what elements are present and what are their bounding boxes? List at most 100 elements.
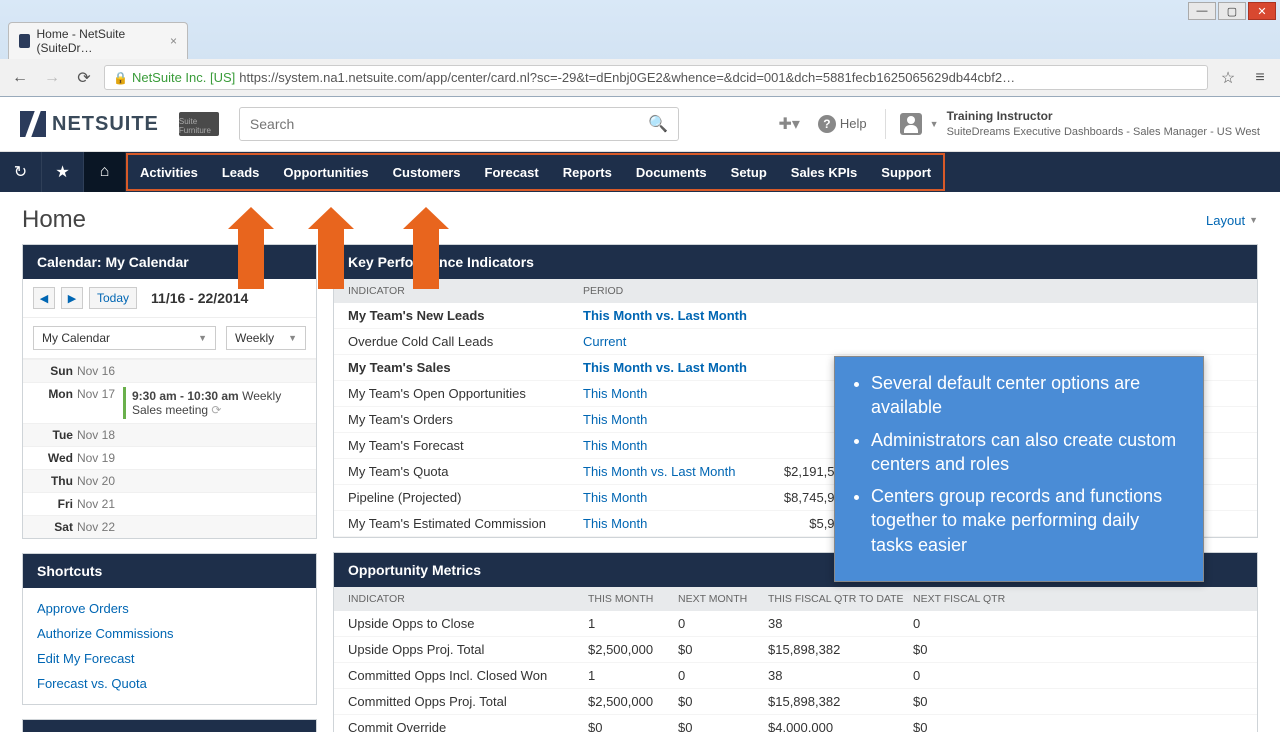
opp-header-next-month: NEXT MONTH <box>678 593 768 605</box>
opp-cell: $0 <box>678 720 768 732</box>
window-maximize-button[interactable]: ▢ <box>1218 2 1246 20</box>
window-close-button[interactable]: ✕ <box>1248 2 1276 20</box>
calendar-next-button[interactable]: ▶ <box>61 287 83 309</box>
calendar-day[interactable]: MonNov 179:30 am - 10:30 am Weekly Sales… <box>23 382 316 423</box>
calendar-day[interactable]: SatNov 22 <box>23 515 316 538</box>
nav-item-support[interactable]: Support <box>869 155 943 189</box>
calendar-title: Calendar: My Calendar <box>23 245 316 279</box>
kpi-period[interactable]: This Month <box>583 438 763 453</box>
kpi-row[interactable]: My Team's New LeadsThis Month vs. Last M… <box>334 303 1257 329</box>
opp-cell: $0 <box>913 642 1033 657</box>
back-button[interactable]: ← <box>8 66 32 90</box>
browser-chrome: — ▢ ✕ Home - NetSuite (SuiteDr… × ← → ⟳ … <box>0 0 1280 97</box>
calendar-prev-button[interactable]: ◀ <box>33 287 55 309</box>
kpi-period[interactable]: This Month vs. Last Month <box>583 464 763 479</box>
browser-menu-icon[interactable]: ≡ <box>1248 66 1272 90</box>
tab-close-icon[interactable]: × <box>170 34 177 48</box>
kpi-period[interactable]: This Month <box>583 516 763 531</box>
calendar-day[interactable]: ThuNov 20 <box>23 469 316 492</box>
user-name: Training Instructor <box>947 109 1260 125</box>
search-input[interactable] <box>250 116 648 132</box>
calendar-day[interactable]: TueNov 18 <box>23 423 316 446</box>
opp-cell: Committed Opps Incl. Closed Won <box>348 668 588 683</box>
shortcut-link[interactable]: Forecast vs. Quota <box>33 671 306 696</box>
kpi-period[interactable]: This Month vs. Last Month <box>583 308 763 323</box>
opp-cell: 38 <box>768 668 913 683</box>
opp-cell: Committed Opps Proj. Total <box>348 694 588 709</box>
company-logo[interactable]: Suite Furniture <box>179 112 219 136</box>
opp-cell: $2,500,000 <box>588 642 678 657</box>
kpi-indicator: My Team's Forecast <box>348 438 583 453</box>
nav-item-documents[interactable]: Documents <box>624 155 719 189</box>
url-origin: NetSuite Inc. [US] <box>132 70 235 85</box>
kpi-period[interactable]: This Month vs. Last Month <box>583 360 763 375</box>
shortcut-link[interactable]: Authorize Commissions <box>33 621 306 646</box>
user-menu[interactable]: ▼ Training Instructor SuiteDreams Execut… <box>885 109 1260 139</box>
nav-item-setup[interactable]: Setup <box>719 155 779 189</box>
opp-header-indicator: INDICATOR <box>348 593 588 605</box>
user-role: SuiteDreams Executive Dashboards - Sales… <box>947 125 1260 139</box>
bookmark-star-icon[interactable]: ☆ <box>1216 66 1240 90</box>
search-icon[interactable]: 🔍 <box>648 114 668 134</box>
opp-header-this-month: THIS MONTH <box>588 593 678 605</box>
today-button[interactable]: Today <box>89 287 137 309</box>
url-field[interactable]: 🔒 NetSuite Inc. [US] https://system.na1.… <box>104 65 1208 90</box>
calendar-select[interactable]: My Calendar ▼ <box>33 326 216 350</box>
window-minimize-button[interactable]: — <box>1188 2 1216 20</box>
home-icon[interactable]: ⌂ <box>84 152 126 192</box>
kpi-row[interactable]: Overdue Cold Call LeadsCurrent <box>334 329 1257 355</box>
history-icon[interactable]: ↻ <box>0 152 42 192</box>
shortcut-link[interactable]: Approve Orders <box>33 596 306 621</box>
layout-label: Layout <box>1206 213 1245 228</box>
kpi-indicator: My Team's New Leads <box>348 308 583 323</box>
kpi-indicator: My Team's Orders <box>348 412 583 427</box>
shortcut-link[interactable]: Edit My Forecast <box>33 646 306 671</box>
help-button[interactable]: ? Help <box>818 115 867 133</box>
nav-item-opportunities[interactable]: Opportunities <box>271 155 380 189</box>
opp-cell: 0 <box>678 616 768 631</box>
chevron-down-icon: ▼ <box>1249 215 1258 225</box>
kpi-period[interactable]: This Month <box>583 490 763 505</box>
opp-row[interactable]: Committed Opps Incl. Closed Won10380 <box>334 663 1257 689</box>
opp-row[interactable]: Upside Opps to Close10380 <box>334 611 1257 637</box>
favorites-star-icon[interactable]: ★ <box>42 152 84 192</box>
annotation-arrow <box>238 227 264 289</box>
calendar-day[interactable]: FriNov 21 <box>23 492 316 515</box>
opp-cell: 1 <box>588 668 678 683</box>
tooltip-bullet: Centers group records and functions toge… <box>871 484 1183 557</box>
chevron-down-icon: ▼ <box>930 119 939 129</box>
nav-item-activities[interactable]: Activities <box>128 155 210 189</box>
kpi-period[interactable]: This Month <box>583 386 763 401</box>
nav-item-sales-kpis[interactable]: Sales KPIs <box>779 155 870 189</box>
app-header: NETSUITE Suite Furniture 🔍 ✚▾ ? Help ▼ T… <box>0 97 1280 152</box>
opp-header-fiscal-qtr: THIS FISCAL QTR TO DATE <box>768 593 913 605</box>
nav-item-reports[interactable]: Reports <box>551 155 624 189</box>
opp-cell: $15,898,382 <box>768 642 913 657</box>
opp-cell: $15,898,382 <box>768 694 913 709</box>
kpi-meter-portlet: KPI Meter Actual vs Forecast ▼ <box>22 719 317 732</box>
calendar-event[interactable]: 9:30 am - 10:30 am Weekly Sales meeting … <box>123 387 306 419</box>
help-icon: ? <box>818 115 836 133</box>
nav-item-forecast[interactable]: Forecast <box>473 155 551 189</box>
kpi-indicator: My Team's Quota <box>348 464 583 479</box>
browser-tab[interactable]: Home - NetSuite (SuiteDr… × <box>8 22 188 59</box>
kpi-indicator: Pipeline (Projected) <box>348 490 583 505</box>
netsuite-logo[interactable]: NETSUITE <box>20 111 159 137</box>
calendar-day[interactable]: SunNov 16 <box>23 359 316 382</box>
opp-row[interactable]: Upside Opps Proj. Total$2,500,000$0$15,8… <box>334 637 1257 663</box>
kpi-period[interactable]: Current <box>583 334 763 349</box>
create-new-icon[interactable]: ✚▾ <box>778 114 799 134</box>
layout-button[interactable]: Layout ▼ <box>1206 213 1258 228</box>
kpi-period[interactable]: This Month <box>583 412 763 427</box>
kpi-header-indicator: INDICATOR <box>348 285 583 297</box>
nav-item-leads[interactable]: Leads <box>210 155 272 189</box>
nav-item-customers[interactable]: Customers <box>381 155 473 189</box>
reload-button[interactable]: ⟳ <box>72 66 96 90</box>
kpi-indicator: My Team's Estimated Commission <box>348 516 583 531</box>
opp-row[interactable]: Committed Opps Proj. Total$2,500,000$0$1… <box>334 689 1257 715</box>
global-search[interactable]: 🔍 <box>239 107 679 141</box>
opp-row[interactable]: Commit Override$0$0$4,000,000$0 <box>334 715 1257 732</box>
nav-items-container: ActivitiesLeadsOpportunitiesCustomersFor… <box>126 153 945 191</box>
calendar-day[interactable]: WedNov 19 <box>23 446 316 469</box>
view-select[interactable]: Weekly ▼ <box>226 326 306 350</box>
